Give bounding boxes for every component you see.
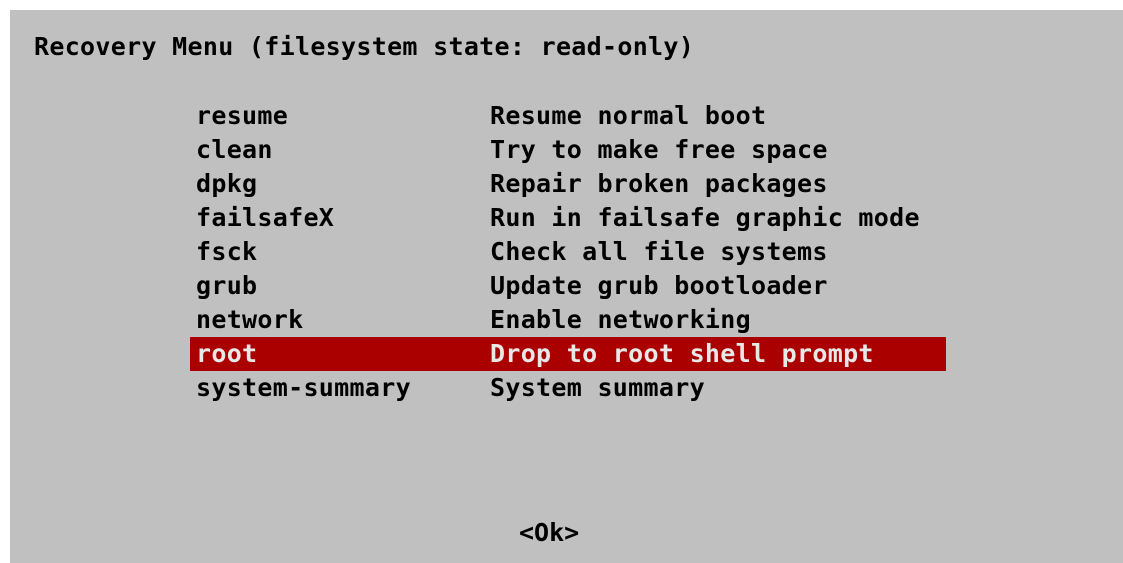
menu-item-description: Repair broken packages [490,169,828,198]
menu-item-root[interactable]: root Drop to root shell prompt [190,337,946,371]
menu-item-clean[interactable]: clean Try to make free space [190,133,946,167]
menu-item-command: clean [196,135,273,164]
recovery-menu-screen: Recovery Menu (filesystem state: read-on… [8,8,1123,563]
menu-item-failsafex[interactable]: failsafeX Run in failsafe graphic mode [190,201,946,235]
menu-item-command: resume [196,101,289,130]
menu-item-fsck[interactable]: fsck Check all file systems [190,235,946,269]
menu-item-command: grub [196,271,258,300]
menu-item-description: System summary [490,373,705,402]
menu-title: Recovery Menu (filesystem state: read-on… [34,32,695,61]
menu-item-description: Enable networking [490,305,751,334]
menu-item-description: Drop to root shell prompt [490,339,874,368]
menu-item-command: network [196,305,304,334]
menu-item-system-summary[interactable]: system-summary System summary [190,371,946,405]
menu-item-command: failsafeX [196,203,335,232]
menu-item-description: Update grub bootloader [490,271,828,300]
menu-item-command: fsck [196,237,258,266]
menu-item-command: system-summary [196,373,411,402]
menu-item-network[interactable]: network Enable networking [190,303,946,337]
ok-button[interactable]: <Ok> [519,518,579,547]
menu-item-command: dpkg [196,169,258,198]
menu-item-resume[interactable]: resume Resume normal boot [190,99,946,133]
menu-item-description: Run in failsafe graphic mode [490,203,920,232]
menu-item-description: Try to make free space [490,135,828,164]
menu-item-description: Resume normal boot [490,101,767,130]
menu-item-dpkg[interactable]: dpkg Repair broken packages [190,167,946,201]
menu-item-grub[interactable]: grub Update grub bootloader [190,269,946,303]
menu-item-command: root [196,339,258,368]
recovery-menu-list: resume Resume normal boot clean Try to m… [190,99,946,405]
menu-item-description: Check all file systems [490,237,828,266]
